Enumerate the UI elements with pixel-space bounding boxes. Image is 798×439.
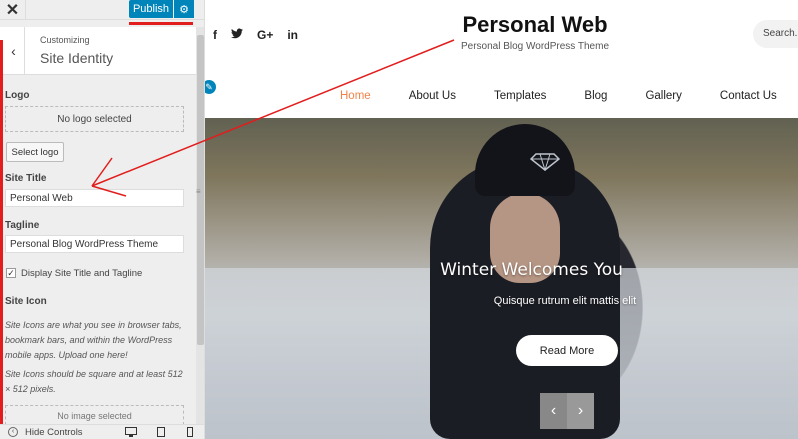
site-icon-description: Site Icons are what you see in browser t… [5,320,182,360]
close-icon[interactable]: ✕ [0,0,26,20]
tablet-preview-icon[interactable] [155,427,167,437]
hide-controls-button[interactable]: Hide Controls [25,427,83,438]
hero-title: Winter Welcomes You [205,260,798,280]
display-title-checkbox-label: Display Site Title and Tagline [21,268,143,279]
nav-home[interactable]: Home [340,90,371,102]
annotation-underline [129,22,193,25]
hero-title-text: Winter Welcomes You [440,260,623,280]
site-tagline: Personal Blog WordPress Theme [460,41,610,52]
logo-placeholder[interactable]: No logo selected [5,106,184,132]
nav-templates[interactable]: Templates [494,90,546,102]
nav-contact-us[interactable]: Contact Us [720,90,777,102]
site-title-input[interactable] [5,189,184,207]
section-header: ‹ Customizing Site Identity [0,27,196,75]
back-arrow-icon[interactable]: ‹ [3,27,25,75]
nav-blog[interactable]: Blog [584,90,607,102]
read-more-button[interactable]: Read More [516,335,618,366]
tagline-label: Tagline [5,220,40,231]
main-navigation: Home About Us Templates Blog Gallery Con… [340,90,777,102]
customizer-footer: ‹ Hide Controls [0,424,204,439]
logo-label: Logo [5,90,30,101]
customizer-topbar: ✕ Publish ⚙ [0,0,204,20]
search-input[interactable]: Search... [753,20,798,48]
twitter-icon[interactable] [231,28,243,42]
site-preview: f G+ in Personal Web Personal Blog WordP… [205,0,798,439]
site-title-label: Site Title [5,173,47,184]
gear-icon[interactable]: ⚙ [174,0,194,18]
desktop-preview-icon[interactable] [125,427,137,437]
facebook-icon[interactable]: f [213,28,217,42]
edit-shortcut-icon[interactable]: ✎ [205,78,218,96]
slider-prev-icon[interactable]: ‹ [540,393,567,429]
linkedin-icon[interactable]: in [287,28,298,42]
breadcrumb: Customizing [40,35,90,45]
tagline-input[interactable] [5,235,184,253]
hero-subtitle: Quisque rutrum elit mattis elit [493,295,637,307]
select-logo-button[interactable]: Select logo [6,142,64,162]
slider-arrows: ‹ › [540,393,594,429]
mobile-preview-icon[interactable] [184,427,196,437]
publish-button[interactable]: Publish [129,0,173,18]
site-icon-label: Site Icon [5,296,47,307]
slider-next-icon[interactable]: › [567,393,594,429]
hero-slider: Winter Welcomes You Quisque rutrum elit … [205,118,798,439]
display-title-checkbox[interactable]: ✓ [6,268,16,278]
annotation-left-bar [0,40,3,430]
resize-grip-icon: ≡ [196,187,201,196]
customizer-panel: ✕ Publish ⚙ ‹ Customizing Site Identity … [0,0,205,439]
site-icon-placeholder[interactable]: No image selected [5,405,184,425]
social-icons: f G+ in [213,28,298,42]
section-title: Site Identity [40,50,114,66]
nav-gallery[interactable]: Gallery [645,90,681,102]
nav-about-us[interactable]: About Us [409,90,456,102]
site-icon-size-note: Site Icons should be square and at least… [5,369,183,394]
google-plus-icon[interactable]: G+ [257,28,273,42]
hide-controls-icon[interactable]: ‹ [8,427,18,437]
site-title[interactable]: Personal Web [410,12,660,38]
